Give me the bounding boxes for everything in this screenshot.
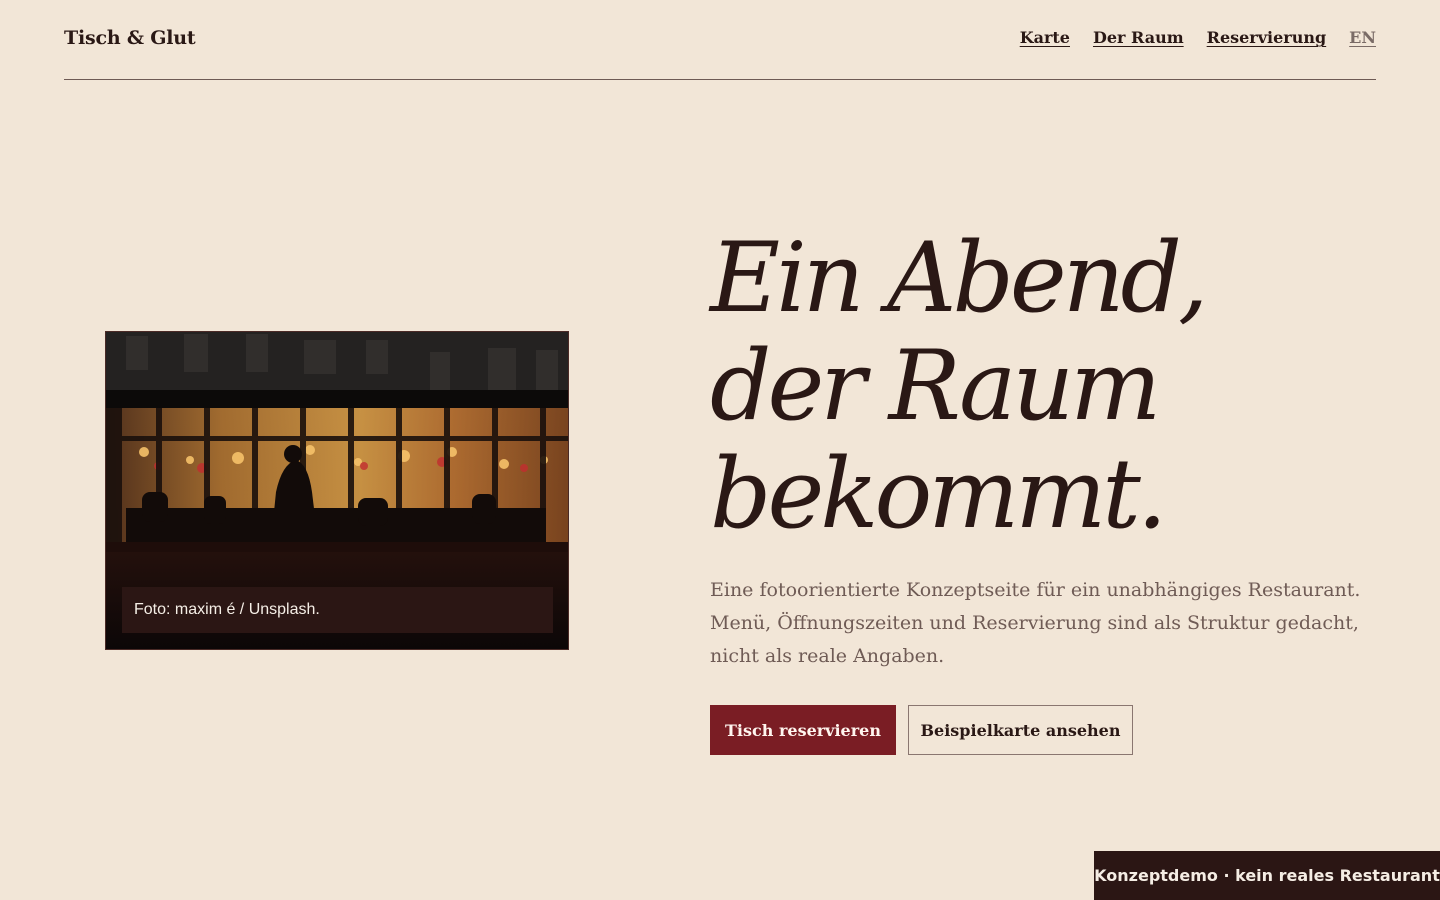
- hero-title-line-1: Ein Abend,: [710, 222, 1209, 334]
- photo-caption: Foto: maxim é / Unsplash.: [122, 587, 553, 633]
- top-navigation: Tisch & Glut Karte Der Raum Reservierung…: [64, 0, 1376, 80]
- reserve-table-button[interactable]: Tisch reservieren: [710, 705, 896, 755]
- hero-photo-card: Foto: maxim é / Unsplash.: [105, 331, 569, 650]
- hero-title-line-2: der Raum: [710, 330, 1161, 442]
- brand-logo[interactable]: Tisch & Glut: [64, 27, 196, 49]
- nav-link-reservierung[interactable]: Reservierung: [1207, 28, 1327, 47]
- concept-demo-badge: Konzeptdemo · kein reales Restaurant: [1094, 851, 1440, 900]
- language-switch[interactable]: EN: [1349, 28, 1376, 47]
- view-sample-menu-button[interactable]: Beispielkarte ansehen: [908, 705, 1133, 755]
- nav-link-karte[interactable]: Karte: [1020, 28, 1070, 47]
- nav-link-der-raum[interactable]: Der Raum: [1093, 28, 1184, 47]
- main-nav: Karte Der Raum Reservierung EN: [1020, 28, 1376, 47]
- hero-title-line-3: bekommt.: [710, 438, 1167, 550]
- hero-title: Ein Abend, der Raum bekommt.: [710, 224, 1410, 548]
- hero-description: Eine fotoorientierte Konzeptseite für ei…: [710, 579, 1361, 667]
